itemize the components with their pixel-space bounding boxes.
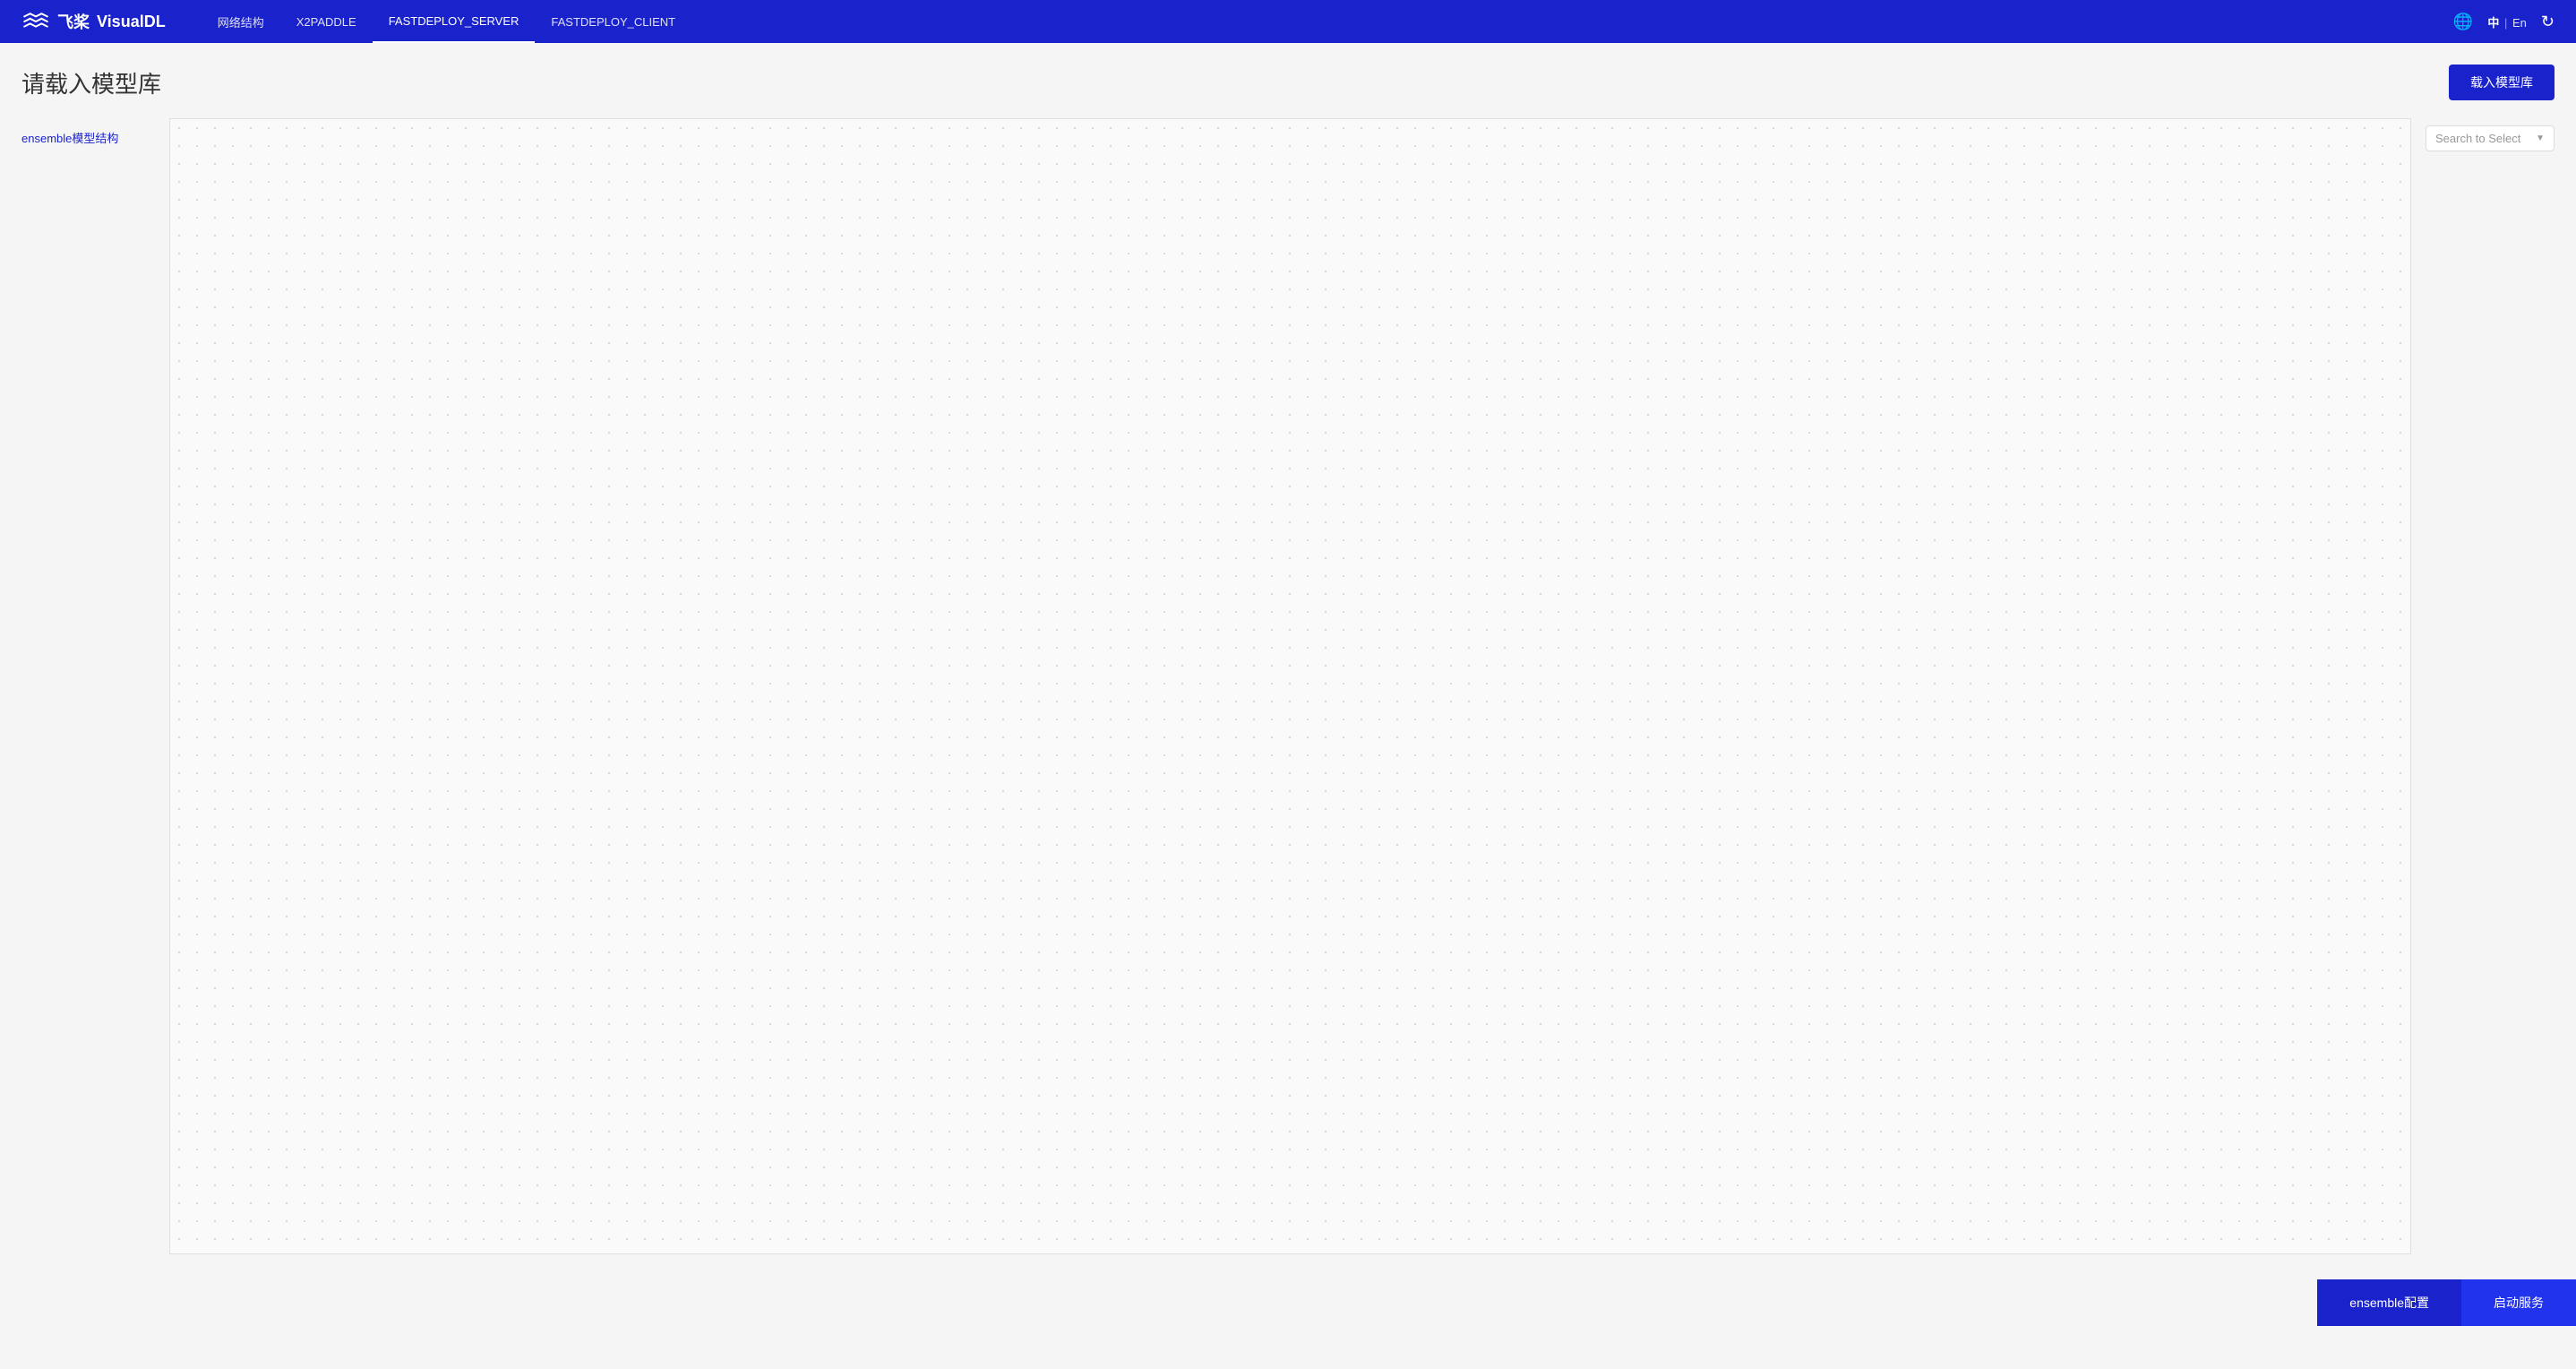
load-model-button[interactable]: 载入模型库 [2449,65,2555,100]
canvas-dotted-background [170,119,2410,1253]
logo-brand-text: 飞桨 [57,10,90,33]
page-header: 请载入模型库 载入模型库 [21,65,2555,100]
lang-en[interactable]: En [2512,16,2527,30]
nav-item-x2paddle[interactable]: X2PADDLE [280,0,373,43]
globe-icon[interactable]: 🌐 [2453,13,2473,31]
search-select-dropdown[interactable]: Search to Select ▼ [2426,125,2555,151]
lang-separator: | [2504,16,2507,30]
sidebar: ensemble模型结构 [21,118,169,1254]
nav-item-network[interactable]: 网络结构 [202,0,280,43]
language-switcher[interactable]: 中 | En [2487,13,2527,30]
right-panel: Search to Select ▼ [2411,118,2555,1254]
page-title: 请载入模型库 [21,66,161,99]
start-service-button[interactable]: 启动服务 [2461,1279,2576,1326]
main-area: ensemble模型结构 Search to Select ▼ [21,118,2555,1326]
logo-icon [21,11,50,32]
page-wrapper: 请载入模型库 载入模型库 ensemble模型结构 Search to Sele… [0,43,2576,1326]
bottom-buttons: ensemble配置 启动服务 [2317,1279,2576,1326]
canvas-area [169,118,2411,1254]
navbar-nav: 网络结构 X2PADDLE FASTDEPLOY_SERVER FASTDEPL… [202,0,2453,43]
reload-icon[interactable]: ↻ [2541,13,2555,31]
nav-item-fastdeploy-server[interactable]: FASTDEPLOY_SERVER [373,0,536,43]
search-select-placeholder: Search to Select [2435,132,2520,145]
navbar-right: 🌐 中 | En ↻ [2453,13,2555,31]
ensemble-config-button[interactable]: ensemble配置 [2317,1279,2461,1326]
sidebar-item-ensemble[interactable]: ensemble模型结构 [21,125,169,150]
nav-item-fastdeploy-client[interactable]: FASTDEPLOY_CLIENT [535,0,691,43]
navbar: 飞桨 VisualDL 网络结构 X2PADDLE FASTDEPLOY_SER… [0,0,2576,43]
chevron-down-icon: ▼ [2536,133,2545,143]
logo[interactable]: 飞桨 VisualDL [21,10,166,33]
lang-zh[interactable]: 中 [2487,16,2499,30]
logo-app-name: VisualDL [97,13,166,31]
